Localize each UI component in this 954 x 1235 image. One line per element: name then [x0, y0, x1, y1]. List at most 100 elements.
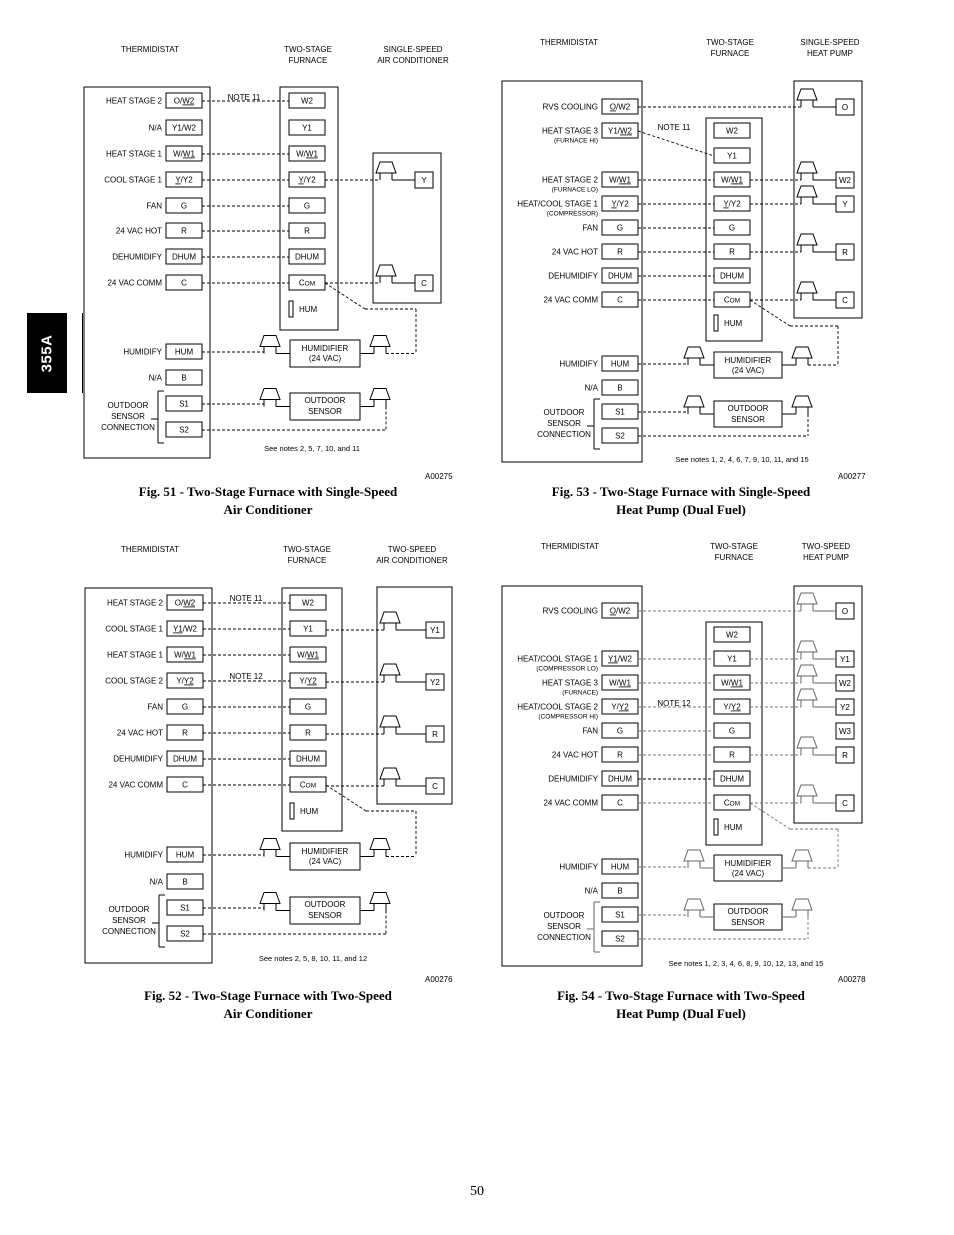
- terminal-function-label: FAN: [582, 727, 598, 736]
- terminal-function-label: FAN: [146, 202, 162, 211]
- wire-nut-icon: [791, 898, 813, 917]
- outdoor-terminal-label: W2: [839, 679, 852, 688]
- sensor-s2-terminal-label: S2: [179, 426, 189, 435]
- wire-nut-body: [791, 395, 813, 408]
- wire-nut-icon: [375, 161, 397, 180]
- outdoor-unit-box: [372, 152, 442, 304]
- terminal-label: Y/Y2: [611, 703, 629, 712]
- humidifier-label: HUMIDIFIER: [725, 859, 772, 868]
- thermostat-header: THERMIDISTAT: [121, 545, 179, 554]
- terminal-label: Y1/W2: [172, 124, 197, 133]
- wire-nut-icon: [791, 346, 813, 365]
- outdoor-terminal-label: Y2: [840, 703, 850, 712]
- wire-nut-body: [375, 264, 397, 277]
- outdoor-terminal-label: C: [842, 296, 848, 305]
- terminal-label: G: [305, 703, 311, 712]
- wire-nut-icon: [796, 88, 818, 107]
- terminal-function-sublabel: (FURNACE LO): [552, 187, 598, 194]
- fig53-diagram: THERMIDISTAT TWO-STAGE FURNACE SINGLE-SPEED…: [501, 38, 863, 464]
- terminal-label: R: [729, 751, 735, 760]
- terminal-function-label: HEAT/COOL STAGE 1: [517, 655, 598, 664]
- sensor-s2-terminal-label: S2: [180, 930, 190, 939]
- wire-nut-icon: [379, 715, 401, 734]
- humidifier-label: (24 VAC): [732, 869, 765, 878]
- outdoor-sensor-label: OUTDOOR: [305, 900, 346, 909]
- na-b-terminal-label: B: [617, 887, 622, 896]
- outdoor-sensor-connection-label: CONNECTION: [102, 927, 156, 936]
- furnace-hum-terminal: [713, 818, 719, 836]
- wire-nut-icon: [796, 185, 818, 204]
- terminal-function-label: HEAT STAGE 1: [106, 150, 163, 159]
- wire-nut-icon: [375, 264, 397, 283]
- outdoor-terminal-label: Y1: [430, 626, 440, 635]
- terminal-function-label: DEHUMIDIFY: [112, 253, 162, 262]
- furnace-header: TWO-STAGE: [283, 545, 331, 554]
- terminal-function-label: FAN: [582, 224, 598, 233]
- terminal-label: Y1: [727, 152, 737, 161]
- furnace-hum-label: HUM: [724, 319, 743, 328]
- terminal-label: R: [729, 248, 735, 257]
- furnace-header: FURNACE: [715, 553, 754, 562]
- outdoor-unit-header: AIR CONDITIONER: [377, 56, 449, 65]
- terminal-label: W/W1: [721, 176, 743, 185]
- terminal-function-label: RVS COOLING: [543, 103, 598, 112]
- terminal-label: R: [617, 751, 623, 760]
- com-humidifier-wire: [325, 784, 367, 812]
- terminal-function-sublabel: (FURNACE HI): [554, 138, 598, 145]
- terminal-function-label: N/A: [149, 124, 163, 133]
- terminal-label: COM: [724, 296, 740, 305]
- outdoor-terminal-label: Y: [842, 200, 848, 209]
- terminal-function-label: 24 VAC COMM: [543, 296, 598, 305]
- outdoor-sensor-label: OUTDOOR: [728, 907, 769, 916]
- wire-nut-body: [369, 892, 391, 904]
- terminal-function-label: HEAT STAGE 3: [542, 679, 599, 688]
- terminal-label: O/W2: [610, 607, 631, 616]
- com-humidifier-wire: [749, 802, 791, 830]
- humidify-terminal-label: HUM: [611, 863, 630, 872]
- wire-nut-body: [796, 185, 818, 198]
- terminal-label: DHUM: [296, 755, 320, 764]
- wire-nut-icon: [796, 281, 818, 300]
- outdoor-terminal-label: W2: [839, 176, 852, 185]
- terminal-label: W2: [301, 97, 314, 106]
- wire-nut-body: [796, 736, 818, 749]
- wire-nut-body: [791, 346, 813, 359]
- wire-nut-icon: [379, 611, 401, 630]
- terminal-function-label: 24 VAC COMM: [107, 279, 162, 288]
- fig54-caption-line1: Fig. 54 - Two-Stage Furnace with Two-Spe…: [557, 988, 805, 1003]
- wire-nut-icon: [796, 592, 818, 611]
- wire-nut-body: [796, 640, 818, 653]
- thermostat-furnace-wire: [637, 130, 715, 157]
- outdoor-terminal-label: R: [842, 751, 848, 760]
- wire-nut-body: [379, 767, 401, 780]
- terminal-function-label: 24 VAC HOT: [552, 248, 598, 257]
- terminal-label: W2: [726, 127, 739, 136]
- thermostat-header: THERMIDISTAT: [541, 542, 599, 551]
- na-b-label: N/A: [149, 374, 163, 383]
- terminal-label: DHUM: [608, 272, 632, 281]
- outdoor-sensor-connection-label: OUTDOOR: [109, 905, 150, 914]
- wire-nut-body: [796, 281, 818, 294]
- note-label: NOTE 12: [657, 699, 691, 708]
- terminal-label: Y1/W2: [173, 625, 198, 634]
- thermostat-header: THERMIDISTAT: [121, 45, 179, 54]
- note-label: NOTE 11: [228, 93, 261, 102]
- outdoor-terminal-label: C: [432, 782, 438, 791]
- terminal-function-label: 24 VAC HOT: [117, 729, 163, 738]
- terminal-function-label: HEAT/COOL STAGE 1: [517, 200, 598, 209]
- humidify-label: HUMIDIFY: [124, 851, 163, 860]
- wire-nut-body: [379, 715, 401, 728]
- terminal-label: C: [181, 279, 187, 288]
- outdoor-unit-header: TWO-SPEED: [802, 542, 851, 551]
- terminal-function-label: DEHUMIDIFY: [113, 755, 163, 764]
- humidify-label: HUMIDIFY: [559, 360, 598, 369]
- terminal-label: O/W2: [174, 97, 195, 106]
- wire-nut-body: [683, 395, 705, 408]
- wire-nut-icon: [796, 688, 818, 707]
- terminal-label: C: [182, 781, 188, 790]
- outdoor-unit-header: SINGLE-SPEED: [383, 45, 442, 54]
- terminal-function-label: HEAT/COOL STAGE 2: [517, 703, 598, 712]
- terminal-label: Y1: [303, 625, 313, 634]
- outdoor-terminal-label: Y2: [430, 678, 440, 687]
- see-notes-label: See notes 1, 2, 3, 4, 6, 8, 9, 10, 12, 1…: [669, 959, 824, 968]
